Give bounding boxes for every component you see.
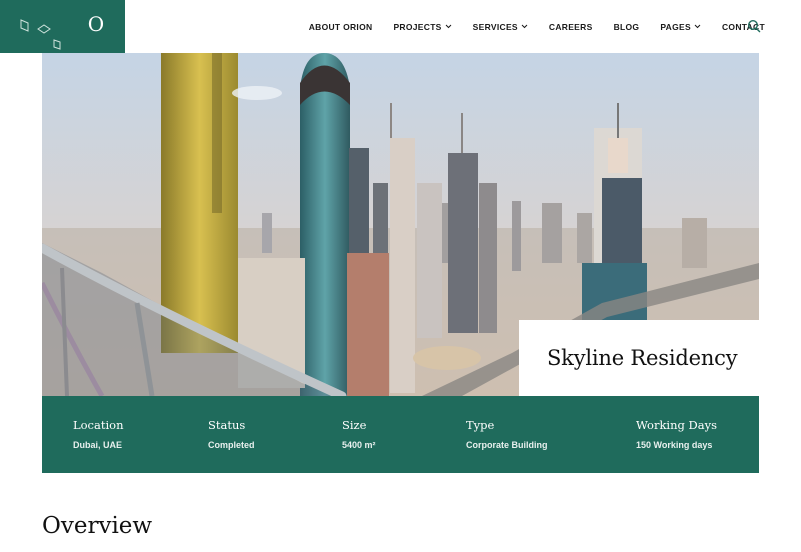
detail-status-label: Status: [208, 418, 246, 432]
detail-status: Status Completed: [208, 418, 255, 450]
search-icon[interactable]: [747, 19, 761, 33]
detail-status-value: Completed: [208, 440, 255, 450]
nav-pages-label: PAGES: [660, 21, 691, 32]
detail-location-value: Dubai, UAE: [73, 440, 123, 450]
main-nav: ABOUT ORION PROJECTS SERVICES CAREERS BL…: [280, 0, 765, 53]
nav-services[interactable]: SERVICES: [473, 22, 528, 32]
logo-letter: O: [87, 12, 105, 36]
chevron-down-icon: [694, 24, 701, 29]
overview-heading: Overview: [42, 513, 153, 539]
logo[interactable]: O: [0, 0, 125, 53]
nav-services-label: SERVICES: [472, 21, 518, 32]
chevron-down-icon: [445, 24, 452, 29]
detail-location-label: Location: [73, 418, 124, 432]
project-title: Skyline Residency: [547, 346, 738, 370]
detail-location: Location Dubai, UAE: [73, 418, 124, 450]
detail-size: Size 5400 m²: [342, 418, 376, 450]
project-title-card: Skyline Residency: [519, 320, 759, 396]
nav-careers-label: CAREERS: [548, 21, 593, 32]
logo-shapes-icon: [20, 19, 61, 50]
project-details-bar: Location Dubai, UAE Status Completed Siz…: [42, 396, 759, 473]
nav-pages[interactable]: PAGES: [660, 22, 701, 32]
nav-about-orion[interactable]: ABOUT ORION: [309, 22, 373, 32]
nav-blog-label: BLOG: [613, 21, 640, 32]
detail-type-value: Corporate Building: [466, 440, 548, 450]
detail-working-days: Working Days 150 Working days: [636, 418, 717, 450]
detail-type: Type Corporate Building: [466, 418, 548, 450]
detail-size-value: 5400 m²: [342, 440, 376, 450]
detail-working-days-value: 150 Working days: [636, 440, 713, 450]
nav-projects[interactable]: PROJECTS: [393, 21, 452, 32]
detail-size-label: Size: [342, 418, 367, 432]
detail-type-label: Type: [466, 418, 495, 432]
nav-careers[interactable]: CAREERS: [549, 22, 593, 32]
nav-blog[interactable]: BLOG: [614, 22, 640, 32]
nav-projects-label: PROJECTS: [393, 21, 442, 32]
chevron-down-icon: [521, 24, 528, 29]
detail-working-days-label: Working Days: [636, 418, 718, 432]
nav-about-orion-label: ABOUT ORION: [308, 21, 373, 32]
